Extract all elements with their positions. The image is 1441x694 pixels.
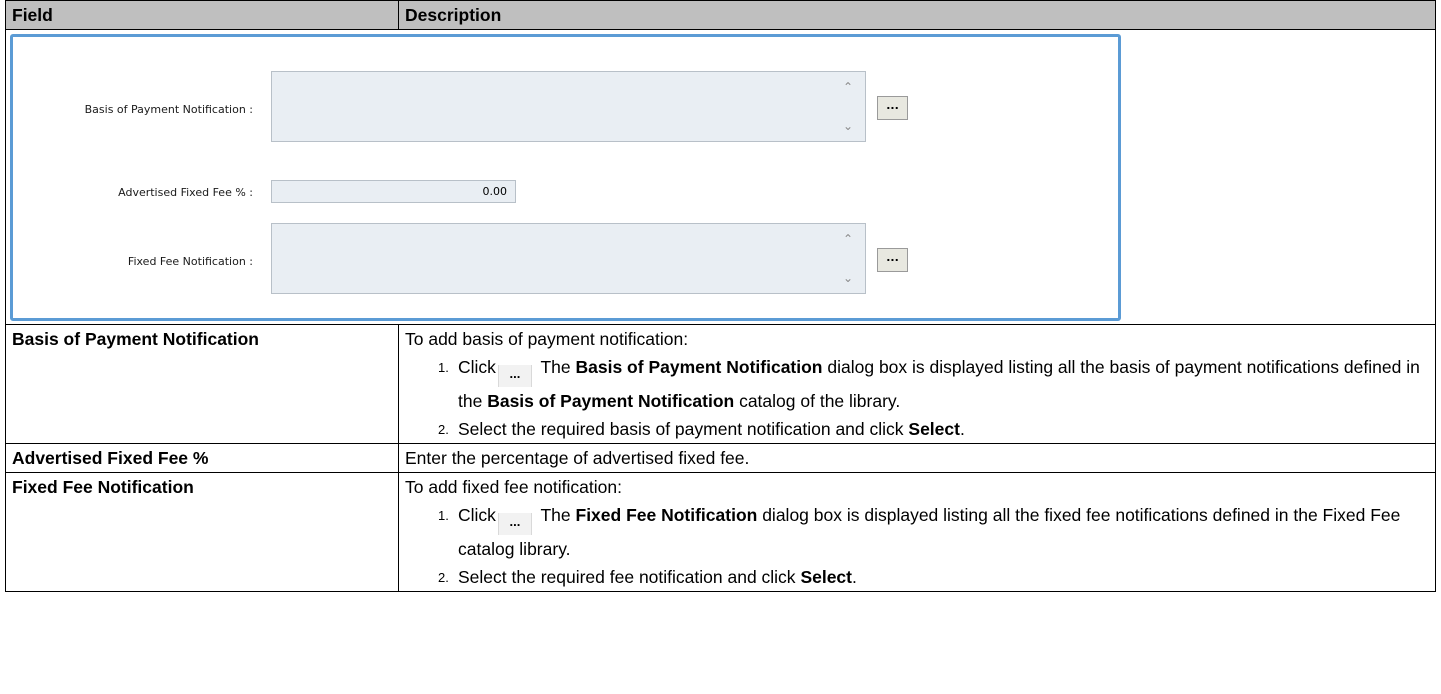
document-page: Field Description Basis of Payment Notif… (0, 0, 1441, 694)
basis-steps: 1. Click... The Basis of Payment Notific… (405, 353, 1429, 443)
step-text: . (959, 419, 965, 439)
list-item: 2. Select the required basis of payment … (405, 415, 1429, 443)
step-number: 1. (438, 508, 449, 523)
select-label: Select (800, 567, 852, 587)
fixed-intro: To add fixed fee notification: (405, 477, 622, 497)
advertised-label: Advertised Fixed Fee % : (118, 186, 253, 199)
fixed-fee-textarea[interactable]: ⌃ ⌄ (271, 223, 866, 294)
fixed-fee-scrollbar[interactable]: ⌃ ⌄ (843, 232, 857, 285)
basis-intro: To add basis of payment notification: (405, 329, 689, 349)
fixed-fee-browse-button[interactable]: ... (877, 248, 908, 272)
description-fixed-fee: To add fixed fee notification: 1. Click.… (398, 472, 1436, 592)
dialog-name: Basis of Payment Notification (575, 357, 823, 377)
scroll-down-icon[interactable]: ⌄ (843, 271, 853, 285)
field-description-table: Field Description Basis of Payment Notif… (5, 0, 1436, 592)
ellipsis-button-icon: ... (497, 365, 532, 387)
description-basis: To add basis of payment notification: 1.… (398, 324, 1436, 444)
list-item: 2. Select the required fee notification … (405, 563, 1429, 591)
step-number: 1. (438, 360, 449, 375)
table-row: Basis of Payment Notification To add bas… (5, 324, 1436, 444)
field-basis: Basis of Payment Notification (5, 324, 399, 444)
form-screenshot: Basis of Payment Notification : ⌃ ⌄ ... … (10, 34, 1121, 321)
basis-label: Basis of Payment Notification : (84, 103, 253, 116)
step-text: Select the required basis of payment not… (458, 419, 904, 439)
header-description: Description (398, 0, 1436, 30)
scroll-up-icon[interactable]: ⌃ (843, 232, 853, 246)
table-header-row: Field Description (5, 0, 1436, 30)
ellipsis-button-icon: ... (497, 513, 532, 535)
description-advertised: Enter the percentage of advertised fixed… (398, 443, 1436, 473)
step-text: . (852, 567, 857, 587)
basis-scrollbar[interactable]: ⌃ ⌄ (843, 80, 857, 133)
advertised-input[interactable]: 0.00 (271, 180, 516, 203)
step-number: 2. (438, 422, 449, 437)
fixed-steps: 1. Click... The Fixed Fee Notification d… (405, 501, 1429, 591)
basis-browse-button[interactable]: ... (877, 96, 908, 120)
dialog-name: Fixed Fee Notification (575, 505, 758, 525)
fixed-fee-label: Fixed Fee Notification : (127, 255, 253, 268)
table-row: Fixed Fee Notification To add fixed fee … (5, 472, 1436, 592)
screenshot-row: Basis of Payment Notification : ⌃ ⌄ ... … (5, 29, 1436, 325)
list-item: 1. Click... The Basis of Payment Notific… (405, 353, 1429, 415)
field-fixed-fee: Fixed Fee Notification (5, 472, 399, 592)
step-text: Select the required fee notification and… (458, 567, 796, 587)
step-number: 2. (438, 570, 449, 585)
field-advertised: Advertised Fixed Fee % (5, 443, 399, 473)
table-row: Advertised Fixed Fee % Enter the percent… (5, 443, 1436, 473)
select-label: Select (908, 419, 960, 439)
screenshot-cell: Basis of Payment Notification : ⌃ ⌄ ... … (5, 29, 1436, 325)
scroll-down-icon[interactable]: ⌄ (843, 119, 853, 133)
scroll-up-icon[interactable]: ⌃ (843, 80, 853, 94)
basis-textarea[interactable]: ⌃ ⌄ (271, 71, 866, 142)
list-item: 1. Click... The Fixed Fee Notification d… (405, 501, 1429, 563)
header-field: Field (5, 0, 399, 30)
catalog-name: Basis of Payment Notification (487, 391, 735, 411)
step-text: catalog of the library. (739, 391, 901, 411)
step-text: The (540, 505, 571, 525)
step-text: The (540, 357, 571, 377)
step-text: Click (458, 505, 496, 525)
step-text: Click (458, 357, 496, 377)
